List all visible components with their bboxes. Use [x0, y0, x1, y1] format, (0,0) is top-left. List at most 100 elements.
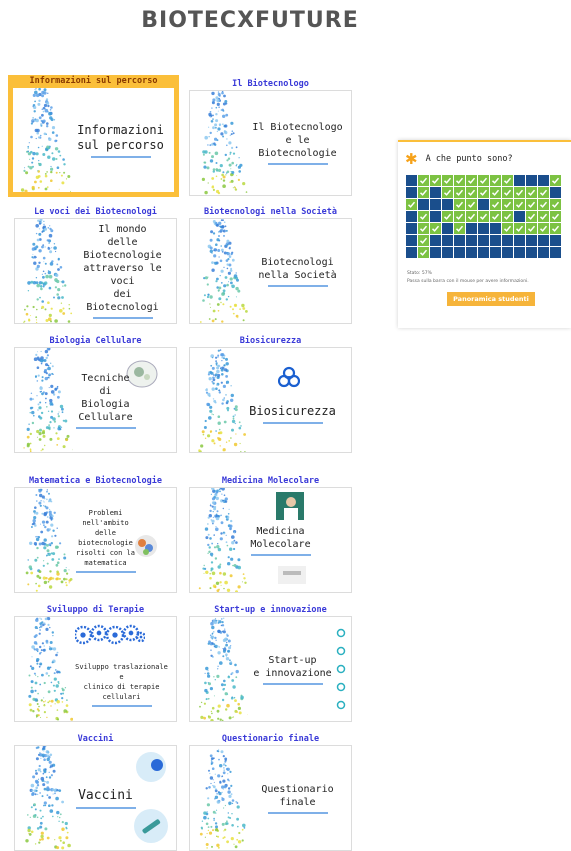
progress-cell-done[interactable]	[490, 211, 501, 222]
course-card[interactable]: Questionario finaleQuestionario finale	[189, 733, 352, 851]
progress-cell-done[interactable]	[550, 211, 561, 222]
course-card[interactable]: Vaccini Vaccini	[14, 733, 177, 851]
progress-cell-done[interactable]	[466, 175, 477, 186]
progress-cell-todo[interactable]	[550, 235, 561, 246]
progress-cell-todo[interactable]	[514, 235, 525, 246]
course-card[interactable]: Medicina Molecolare Medicina Molecolare	[189, 475, 352, 593]
course-card[interactable]: Le voci dei BiotecnologiIl mondo delle B…	[14, 206, 177, 324]
course-card-title[interactable]: Biosicurezza	[189, 335, 352, 347]
progress-cell-todo[interactable]	[442, 247, 453, 258]
course-card-thumbnail[interactable]: Il mondo delle Biotecnologie attraverso …	[14, 218, 177, 324]
progress-cell-done[interactable]	[526, 211, 537, 222]
progress-cell-todo[interactable]	[490, 247, 501, 258]
progress-cell-todo[interactable]	[442, 235, 453, 246]
progress-cell-todo[interactable]	[502, 235, 513, 246]
progress-cell-todo[interactable]	[454, 247, 465, 258]
students-overview-button[interactable]: Panoramica studenti	[447, 292, 535, 306]
progress-cell-todo[interactable]	[526, 247, 537, 258]
progress-cell-done[interactable]	[442, 187, 453, 198]
progress-cell-todo[interactable]	[526, 175, 537, 186]
progress-cell-done[interactable]	[418, 187, 429, 198]
progress-cell-done[interactable]	[538, 223, 549, 234]
progress-cell-done[interactable]	[430, 223, 441, 234]
course-card[interactable]: Biosicurezza Biosicurezza	[189, 335, 352, 453]
progress-cell-todo[interactable]	[490, 223, 501, 234]
progress-cell-done[interactable]	[454, 187, 465, 198]
progress-cell-todo[interactable]	[478, 199, 489, 210]
progress-cell-todo[interactable]	[442, 223, 453, 234]
course-card-title[interactable]: Start-up e innovazione	[189, 604, 352, 616]
progress-cell-done[interactable]	[490, 199, 501, 210]
progress-cell-todo[interactable]	[466, 235, 477, 246]
progress-cell-done[interactable]	[466, 199, 477, 210]
progress-cell-todo[interactable]	[538, 175, 549, 186]
progress-cell-todo[interactable]	[478, 235, 489, 246]
course-card-title[interactable]: Vaccini	[14, 733, 177, 745]
progress-cell-done[interactable]	[550, 175, 561, 186]
course-card-title[interactable]: Il Biotecnologo	[189, 78, 352, 90]
progress-cell-todo[interactable]	[466, 223, 477, 234]
progress-cell-todo[interactable]	[406, 223, 417, 234]
progress-cell-todo[interactable]	[430, 235, 441, 246]
progress-cell-done[interactable]	[442, 175, 453, 186]
progress-cell-todo[interactable]	[466, 247, 477, 258]
progress-cell-done[interactable]	[514, 199, 525, 210]
progress-cell-todo[interactable]	[514, 175, 525, 186]
progress-cell-done[interactable]	[418, 223, 429, 234]
progress-cell-done[interactable]	[478, 175, 489, 186]
progress-cell-done[interactable]	[526, 199, 537, 210]
progress-cell-todo[interactable]	[526, 235, 537, 246]
progress-cell-todo[interactable]	[406, 187, 417, 198]
progress-cell-todo[interactable]	[538, 247, 549, 258]
course-card-thumbnail[interactable]: Informazioni sul percorso	[12, 87, 175, 193]
progress-cell-todo[interactable]	[430, 199, 441, 210]
course-card[interactable]: Matematica e Biotecnologie Problemi nell…	[14, 475, 177, 593]
progress-cell-todo[interactable]	[478, 223, 489, 234]
progress-cell-todo[interactable]	[514, 211, 525, 222]
progress-cell-done[interactable]	[454, 199, 465, 210]
course-card[interactable]: Biotecnologi nella SocietàBiotecnologi n…	[189, 206, 352, 324]
course-card-title[interactable]: Informazioni sul percorso	[8, 75, 179, 87]
progress-cell-done[interactable]	[454, 175, 465, 186]
progress-cell-done[interactable]	[526, 223, 537, 234]
progress-cell-todo[interactable]	[502, 247, 513, 258]
progress-cell-done[interactable]	[550, 199, 561, 210]
course-card-thumbnail[interactable]: Il Biotecnologo e le Biotecnologie	[189, 90, 352, 196]
progress-cell-done[interactable]	[418, 211, 429, 222]
progress-cell-done[interactable]	[490, 175, 501, 186]
progress-cell-todo[interactable]	[514, 247, 525, 258]
course-card-thumbnail[interactable]: Start-up e innovazione	[189, 616, 352, 722]
progress-cell-todo[interactable]	[442, 199, 453, 210]
progress-cell-todo[interactable]	[418, 199, 429, 210]
progress-cell-done[interactable]	[502, 199, 513, 210]
progress-cell-done[interactable]	[454, 223, 465, 234]
progress-cell-done[interactable]	[466, 187, 477, 198]
progress-cell-todo[interactable]	[550, 187, 561, 198]
progress-cell-done[interactable]	[514, 187, 525, 198]
course-card[interactable]: Start-up e innovazione Start-up e innova…	[189, 604, 352, 722]
course-card-thumbnail[interactable]: Tecniche di Biologia Cellulare	[14, 347, 177, 453]
course-card-thumbnail[interactable]: Biosicurezza	[189, 347, 352, 453]
progress-cell-done[interactable]	[418, 247, 429, 258]
progress-cell-todo[interactable]	[406, 235, 417, 246]
progress-cell-done[interactable]	[550, 223, 561, 234]
progress-cell-done[interactable]	[466, 211, 477, 222]
course-card-thumbnail[interactable]: Sviluppo traslazionale e clinico di tera…	[14, 616, 177, 722]
course-card[interactable]: Informazioni sul percorsoInformazioni su…	[8, 75, 179, 197]
progress-cell-done[interactable]	[478, 211, 489, 222]
progress-cell-todo[interactable]	[430, 187, 441, 198]
course-card-title[interactable]: Biotecnologi nella Società	[189, 206, 352, 218]
progress-cell-done[interactable]	[538, 211, 549, 222]
progress-cell-todo[interactable]	[406, 175, 417, 186]
course-card-title[interactable]: Sviluppo di Terapie	[14, 604, 177, 616]
course-card-title[interactable]: Biologia Cellulare	[14, 335, 177, 347]
course-card-title[interactable]: Le voci dei Biotecnologi	[14, 206, 177, 218]
course-card-title[interactable]: Questionario finale	[189, 733, 352, 745]
progress-cell-done[interactable]	[538, 187, 549, 198]
progress-cell-todo[interactable]	[490, 235, 501, 246]
progress-cell-done[interactable]	[502, 223, 513, 234]
progress-cell-done[interactable]	[418, 235, 429, 246]
progress-cell-done[interactable]	[502, 211, 513, 222]
course-card-title[interactable]: Matematica e Biotecnologie	[14, 475, 177, 487]
course-card-thumbnail[interactable]: Medicina Molecolare	[189, 487, 352, 593]
